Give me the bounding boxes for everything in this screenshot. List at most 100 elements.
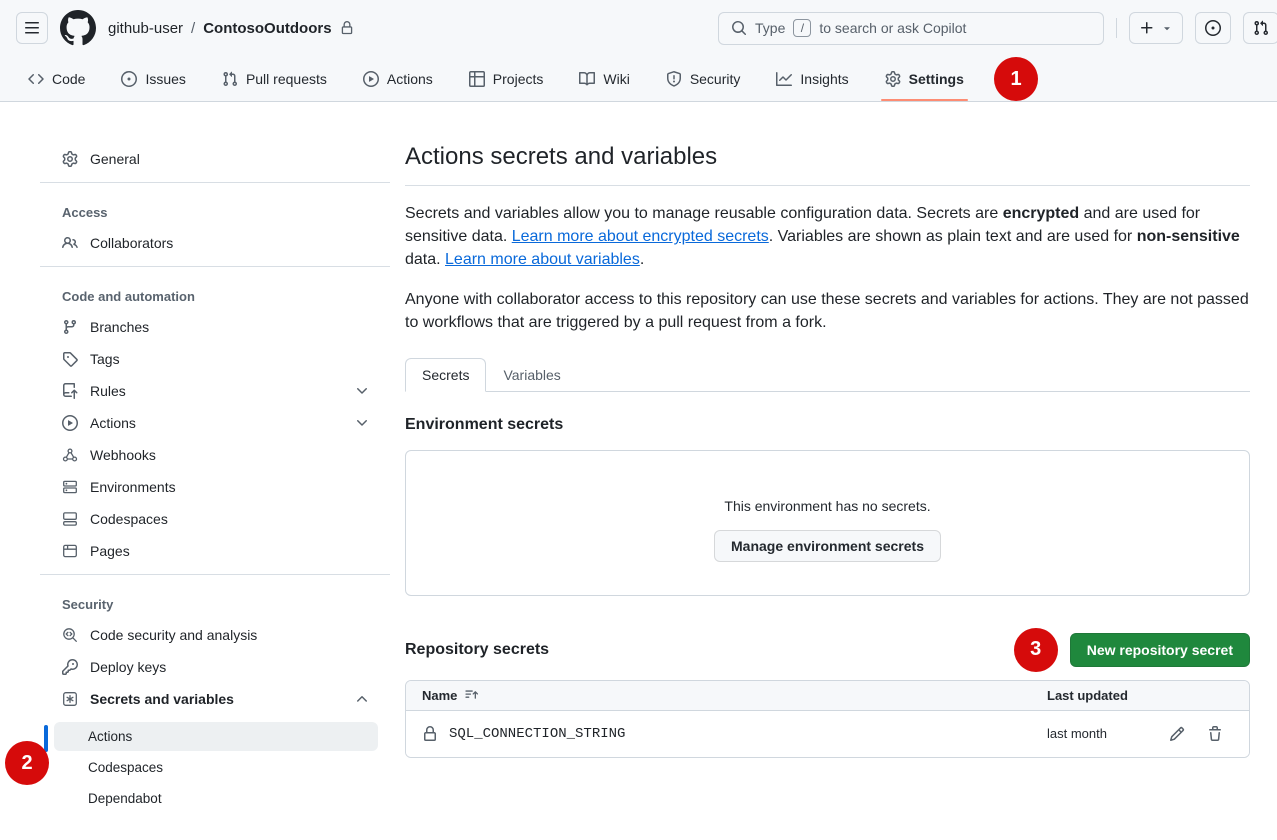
tab-wiki[interactable]: Wiki [567, 56, 641, 101]
sidebar-item-deploy-keys[interactable]: Deploy keys [54, 652, 378, 682]
chevron-up-icon [354, 691, 370, 707]
sidebar-item-environments[interactable]: Environments [54, 472, 378, 502]
your-issues-button[interactable] [1195, 12, 1231, 44]
sidebar-item-rules[interactable]: Rules [54, 376, 378, 406]
tab-label: Issues [145, 71, 185, 87]
issue-opened-icon [121, 71, 137, 87]
tag-icon [62, 351, 78, 367]
repo-nav: Code Issues Pull requests Actions ProjectsWi… [0, 56, 1277, 102]
tab-code[interactable]: Code [16, 56, 97, 101]
active-tab-underline [881, 99, 968, 101]
repository-secrets-heading: Repository secrets [405, 641, 1014, 659]
git-branch-icon [62, 319, 78, 335]
sidebar-item-codespaces[interactable]: Codespaces [54, 504, 378, 534]
settings-sidebar: GeneralAccessCollaboratorsCode and autom… [40, 142, 390, 815]
tab-pull-requests[interactable]: Pull requests [210, 56, 339, 101]
search-placeholder-suffix: to search or ask Copilot [819, 20, 966, 36]
your-pull-requests-button[interactable] [1243, 12, 1277, 44]
annotation-step-3: 3 [1014, 628, 1058, 672]
tab-secrets[interactable]: Secrets [405, 358, 486, 392]
learn-more-variables-link[interactable]: Learn more about variables [445, 251, 640, 268]
sidebar-subitem-dependabot[interactable]: Dependabot [54, 784, 378, 813]
sidebar-item-label: Pages [90, 543, 130, 559]
sidebar-item-webhooks[interactable]: Webhooks [54, 440, 378, 470]
tab-projects[interactable]: Projects [457, 56, 556, 101]
tab-actions[interactable]: Actions [351, 56, 445, 101]
gear-icon [885, 71, 901, 87]
create-new-button[interactable] [1129, 12, 1183, 44]
breadcrumb-owner-link[interactable]: github-user [108, 20, 183, 37]
repository-secrets-header: Repository secrets 3 New repository secr… [405, 628, 1250, 672]
manage-environment-secrets-button[interactable]: Manage environment secrets [714, 530, 941, 562]
sidebar-subitem-label: Dependabot [88, 791, 162, 806]
chevron-down-icon [354, 383, 370, 399]
tab-security[interactable]: Security [654, 56, 753, 101]
asterisk-box-icon [62, 691, 78, 707]
table-row: SQL_CONNECTION_STRINGlast month [406, 711, 1249, 757]
sidebar-subitem-label: Actions [88, 729, 132, 744]
sidebar-section-title-security: Security [40, 583, 390, 618]
sidebar-item-collaborators[interactable]: Collaborators [54, 228, 378, 258]
breadcrumb-repo-link[interactable]: ContosoOutdoors [203, 20, 331, 37]
sidebar-item-code-security-and-analysis[interactable]: Code security and analysis [54, 620, 378, 650]
sidebar-item-secrets-and-variables[interactable]: Secrets and variables [54, 684, 378, 714]
sidebar-item-label: Actions [90, 415, 136, 431]
repository-secrets-table: Name Last updated SQL_CONNECTION_STRINGl… [405, 680, 1250, 758]
tab-label: Security [690, 71, 741, 87]
learn-more-encrypted-secrets-link[interactable]: Learn more about encrypted secrets [512, 228, 769, 245]
tab-insights[interactable]: Insights [764, 56, 860, 101]
new-repository-secret-button[interactable]: New repository secret [1070, 633, 1250, 667]
annotation-step-1: 1 [994, 57, 1038, 101]
sidebar-item-pages[interactable]: Pages [54, 536, 378, 566]
global-header: github-user / ContosoOutdoors Type / to … [0, 0, 1277, 56]
search-input[interactable]: Type / to search or ask Copilot [718, 12, 1104, 45]
sidebar-subitems-secrets-and-variables: Actions Codespaces Dependabot [40, 722, 390, 813]
sidebar-item-label: Tags [90, 351, 120, 367]
emphasis-text: non-sensitive [1137, 228, 1240, 245]
sidebar-item-branches[interactable]: Branches [54, 312, 378, 342]
intro-text: Secrets and variables allow you to manag… [405, 202, 1250, 334]
issues-icon [1205, 20, 1221, 36]
play-icon [363, 71, 379, 87]
global-nav-menu-button[interactable] [16, 12, 48, 44]
table-header-row: Name Last updated [406, 681, 1249, 711]
sidebar-item-label: Deploy keys [90, 659, 166, 675]
lock-icon [422, 726, 438, 742]
tab-label: Insights [800, 71, 848, 87]
sidebar-subitem-codespaces[interactable]: Codespaces [54, 753, 378, 782]
main-content: Actions secrets and variables Secrets an… [390, 142, 1250, 815]
tab-issues[interactable]: Issues [109, 56, 197, 101]
emphasis-text: encrypted [1003, 205, 1079, 222]
name-column-header[interactable]: Name [422, 688, 1047, 703]
key-icon [62, 659, 78, 675]
browser-icon [62, 543, 78, 559]
sidebar-section-title-code-and-automation: Code and automation [40, 275, 390, 310]
tab-label: Settings [909, 71, 964, 87]
plus-icon [1139, 20, 1155, 36]
sidebar-subitem-label: Codespaces [88, 760, 163, 775]
tab-label: Pull requests [246, 71, 327, 87]
settings-layout: GeneralAccessCollaboratorsCode and autom… [0, 102, 1277, 815]
environment-secrets-empty-box: This environment has no secrets. Manage … [405, 450, 1250, 596]
active-item-accent-bar [44, 725, 48, 752]
annotation-step-2: 2 [5, 741, 49, 785]
delete-secret-button[interactable] [1207, 726, 1223, 742]
sidebar-divider [40, 266, 390, 267]
chevron-down-icon [354, 415, 370, 431]
sidebar-item-general[interactable]: General [54, 144, 378, 174]
edit-secret-button[interactable] [1169, 726, 1185, 742]
github-logo-icon[interactable] [60, 10, 96, 46]
webhook-icon [62, 447, 78, 463]
sidebar-item-tags[interactable]: Tags [54, 344, 378, 374]
tab-settings[interactable]: Settings [873, 56, 976, 101]
environment-secrets-empty-message: This environment has no secrets. [406, 498, 1249, 514]
tab-label: Code [52, 71, 85, 87]
tab-variables[interactable]: Variables [486, 358, 577, 392]
intro-paragraph-1: Secrets and variables allow you to manag… [405, 202, 1250, 272]
sidebar-subitem-actions[interactable]: Actions [54, 722, 378, 751]
last-updated-column-header: Last updated [1047, 688, 1169, 703]
sidebar-item-label: General [90, 151, 140, 167]
shield-icon [666, 71, 682, 87]
sidebar-item-actions[interactable]: Actions [54, 408, 378, 438]
github-repo-settings-page: github-user / ContosoOutdoors Type / to … [0, 0, 1277, 840]
